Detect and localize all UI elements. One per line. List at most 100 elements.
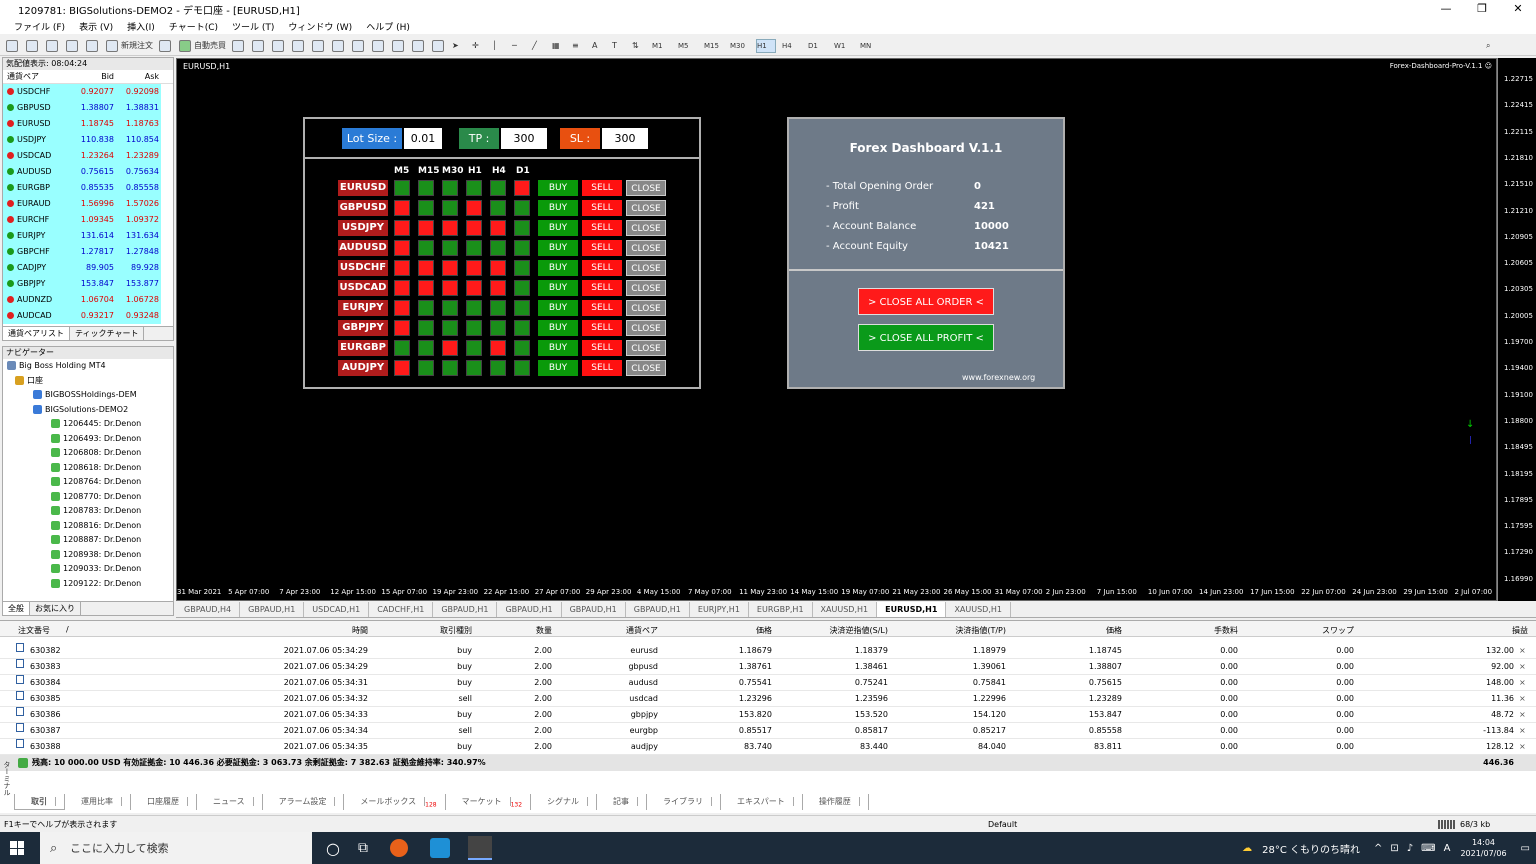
navigator-item[interactable]: BIGSolutions-DEMO2 [3, 403, 173, 418]
buy-button[interactable]: BUY [538, 300, 578, 316]
notification-icon[interactable]: ▭ [1521, 843, 1530, 854]
sell-button[interactable]: SELL [582, 300, 622, 316]
tile-windows-icon[interactable] [332, 39, 346, 53]
navigator-item[interactable]: 1208816: Dr.Denon [3, 519, 173, 534]
market-watch-row[interactable]: GBPCHF 1.27817 1.27848 [3, 244, 173, 260]
menu-file[interactable]: ファイル (F) [14, 20, 65, 33]
close-order-icon[interactable]: × [1519, 659, 1526, 675]
col-tp[interactable]: 決済指値(T/P) [892, 625, 1006, 636]
terminal-tab[interactable]: アラーム設定 [263, 794, 345, 810]
sell-button[interactable]: SELL [582, 360, 622, 376]
col-profit[interactable]: 損益 [1358, 625, 1528, 636]
chart-tab[interactable]: GBPAUD,H1 [497, 602, 562, 617]
buy-button[interactable]: BUY [538, 280, 578, 296]
periods-icon[interactable] [412, 39, 426, 53]
navigator-item[interactable]: 1206493: Dr.Denon [3, 432, 173, 447]
weather-text[interactable]: 28°C くもりのち晴れ [1262, 841, 1360, 856]
col-swap[interactable]: スワップ [1242, 625, 1354, 636]
horizontal-line-icon[interactable]: ─ [512, 39, 526, 53]
network-icon[interactable]: ⊡ [1390, 843, 1398, 854]
col-price[interactable]: 価格 [662, 625, 772, 636]
tf-h4[interactable]: H4 [782, 39, 802, 53]
pair-name[interactable]: EURGBP [338, 340, 388, 356]
sell-button[interactable]: SELL [582, 260, 622, 276]
line-chart-icon[interactable] [272, 39, 286, 53]
app-icon[interactable] [429, 838, 450, 858]
tab-tick-chart[interactable]: ティックチャート [70, 327, 145, 340]
text-icon[interactable]: A [592, 39, 606, 53]
chart-tab[interactable]: EURGBP,H1 [749, 602, 813, 617]
indicators-icon[interactable] [392, 39, 406, 53]
pair-name[interactable]: EURJPY [338, 300, 388, 316]
navigator-item[interactable]: Big Boss Holding MT4 [3, 359, 173, 374]
chart-tab[interactable]: EURJPY,H1 [690, 602, 749, 617]
ime-indicator[interactable]: A [1444, 843, 1451, 854]
chart-tab[interactable]: EURUSD,H1 [877, 602, 947, 617]
col-commission[interactable]: 手数料 [1126, 625, 1238, 636]
navigator-item[interactable]: 口座 [3, 374, 173, 389]
close-button[interactable]: CLOSE [626, 220, 666, 236]
market-watch-row[interactable]: USDCAD 1.23264 1.23289 [3, 148, 173, 164]
pair-name[interactable]: AUDUSD [338, 240, 388, 256]
col-current-price[interactable]: 価格 [1010, 625, 1122, 636]
bar-chart-icon[interactable] [232, 39, 246, 53]
fibonacci-icon[interactable]: ≡ [572, 39, 586, 53]
close-order-icon[interactable]: × [1519, 707, 1526, 723]
buy-button[interactable]: BUY [538, 320, 578, 336]
zoom-out-icon[interactable] [312, 39, 326, 53]
navigator-item[interactable]: 1208887: Dr.Denon [3, 533, 173, 548]
tp-input[interactable]: 300 [501, 128, 547, 149]
sell-button[interactable]: SELL [582, 200, 622, 216]
tf-m1[interactable]: M1 [652, 39, 672, 53]
buy-button[interactable]: BUY [538, 360, 578, 376]
chart-tab[interactable]: XAUUSD,H1 [946, 602, 1011, 617]
navigator-item[interactable]: 1206445: Dr.Denon [3, 417, 173, 432]
mt4-icon[interactable] [467, 836, 492, 860]
market-watch-row[interactable]: EURJPY 131.614 131.634 [3, 228, 173, 244]
navigator-item[interactable]: 1209122: Dr.Denon [3, 577, 173, 592]
close-order-icon[interactable]: × [1519, 723, 1526, 739]
chart-tab[interactable]: GBPAUD,H1 [626, 602, 690, 617]
navigator-item[interactable]: 1206808: Dr.Denon [3, 446, 173, 461]
col-sl[interactable]: 決済逆指値(S/L) [776, 625, 888, 636]
menu-view[interactable]: 表示 (V) [79, 20, 113, 33]
search-icon[interactable]: ⌕ [1486, 39, 1500, 53]
order-row[interactable]: 630383 2021.07.06 05:34:29 buy 2.00 gbpusd 1.… [0, 659, 1536, 675]
terminal-tab[interactable]: ライブラリ [647, 794, 722, 810]
pair-name[interactable]: EURUSD [338, 180, 388, 196]
menu-help[interactable]: ヘルプ (H) [366, 20, 410, 33]
pair-name[interactable]: USDCHF [338, 260, 388, 276]
chevron-up-icon[interactable]: ^ [1374, 843, 1382, 854]
firefox-icon[interactable] [389, 839, 408, 857]
menu-window[interactable]: ウィンドウ (W) [288, 20, 352, 33]
lot-size-input[interactable]: 0.01 [404, 128, 442, 149]
clock[interactable]: 14:04 2021/07/06 [1460, 837, 1506, 859]
market-watch-row[interactable]: EURAUD 1.56996 1.57026 [3, 196, 173, 212]
new-order-button[interactable]: 新規注文 [106, 39, 153, 53]
chart-tab[interactable]: GBPAUD,H4 [176, 602, 241, 617]
terminal-tab[interactable]: シグナル [531, 794, 598, 810]
order-row[interactable]: 630382 2021.07.06 05:34:29 buy 2.00 eurusd 1.… [0, 643, 1536, 659]
market-watch-row[interactable]: AUDCAD 0.93217 0.93248 [3, 308, 173, 324]
crosshair-icon[interactable]: ✛ [472, 39, 486, 53]
windows-start-icon[interactable] [10, 841, 24, 855]
pair-name[interactable]: AUDJPY [338, 360, 388, 376]
buy-button[interactable]: BUY [538, 260, 578, 276]
tf-m5[interactable]: M5 [678, 39, 698, 53]
volume-icon[interactable]: ♪ [1407, 843, 1413, 854]
market-watch-row[interactable]: GBPJPY 153.847 153.877 [3, 276, 173, 292]
close-order-icon[interactable]: × [1519, 643, 1526, 659]
market-watch-row[interactable]: EURCHF 1.09345 1.09372 [3, 212, 173, 228]
order-row[interactable]: 630384 2021.07.06 05:34:31 buy 2.00 audusd 0.… [0, 675, 1536, 691]
sell-button[interactable]: SELL [582, 220, 622, 236]
terminal-tab[interactable]: ニュース [197, 794, 263, 810]
pair-name[interactable]: GBPJPY [338, 320, 388, 336]
sell-button[interactable]: SELL [582, 320, 622, 336]
menu-insert[interactable]: 挿入(I) [127, 20, 155, 33]
navigator-icon[interactable] [66, 39, 80, 53]
close-all-profit-button[interactable]: > CLOSE ALL PROFIT < [858, 324, 994, 351]
chart-tab[interactable]: USDCAD,H1 [304, 602, 370, 617]
close-button[interactable]: CLOSE [626, 340, 666, 356]
close-order-icon[interactable]: × [1519, 691, 1526, 707]
tf-m15[interactable]: M15 [704, 39, 724, 53]
